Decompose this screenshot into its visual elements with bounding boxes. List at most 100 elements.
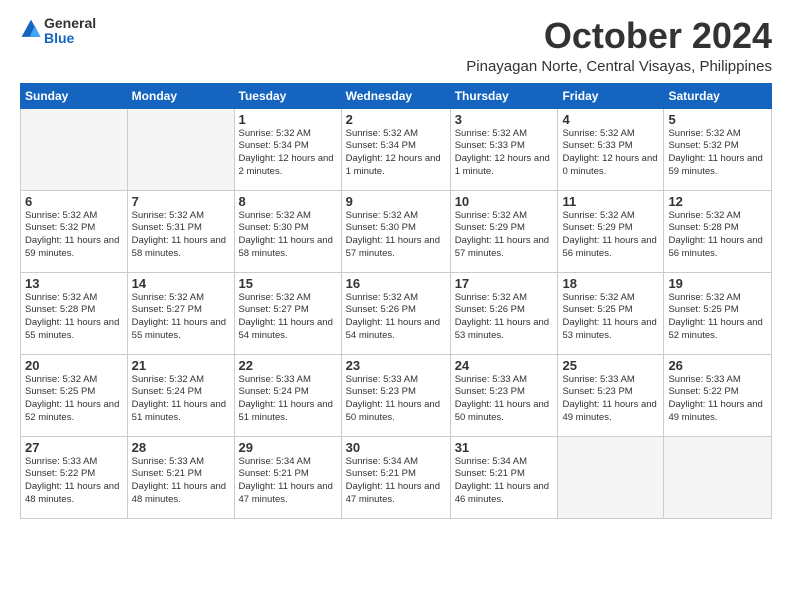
calendar-cell: 7Sunrise: 5:32 AMSunset: 5:31 PMDaylight… xyxy=(127,190,234,272)
calendar-cell: 17Sunrise: 5:32 AMSunset: 5:26 PMDayligh… xyxy=(450,272,558,354)
day-number: 28 xyxy=(132,440,230,455)
calendar-cell: 19Sunrise: 5:32 AMSunset: 5:25 PMDayligh… xyxy=(664,272,772,354)
weekday-header: Thursday xyxy=(450,83,558,108)
header-row: General Blue October 2024 Pinayagan Nort… xyxy=(20,16,772,75)
day-number: 1 xyxy=(239,112,337,127)
day-info: Sunrise: 5:32 AMSunset: 5:27 PMDaylight:… xyxy=(239,292,337,343)
weekday-header: Friday xyxy=(558,83,664,108)
day-number: 2 xyxy=(346,112,446,127)
day-info: Sunrise: 5:32 AMSunset: 5:26 PMDaylight:… xyxy=(455,292,554,343)
day-number: 6 xyxy=(25,194,123,209)
day-number: 9 xyxy=(346,194,446,209)
day-info: Sunrise: 5:32 AMSunset: 5:33 PMDaylight:… xyxy=(455,128,554,179)
calendar-cell: 15Sunrise: 5:32 AMSunset: 5:27 PMDayligh… xyxy=(234,272,341,354)
calendar-cell: 18Sunrise: 5:32 AMSunset: 5:25 PMDayligh… xyxy=(558,272,664,354)
day-info: Sunrise: 5:33 AMSunset: 5:22 PMDaylight:… xyxy=(25,456,123,507)
day-info: Sunrise: 5:32 AMSunset: 5:24 PMDaylight:… xyxy=(132,374,230,425)
calendar-cell: 10Sunrise: 5:32 AMSunset: 5:29 PMDayligh… xyxy=(450,190,558,272)
day-number: 26 xyxy=(668,358,767,373)
calendar-week-row: 20Sunrise: 5:32 AMSunset: 5:25 PMDayligh… xyxy=(21,354,772,436)
page-container: General Blue October 2024 Pinayagan Nort… xyxy=(0,0,792,529)
day-number: 27 xyxy=(25,440,123,455)
day-info: Sunrise: 5:33 AMSunset: 5:23 PMDaylight:… xyxy=(455,374,554,425)
day-info: Sunrise: 5:32 AMSunset: 5:31 PMDaylight:… xyxy=(132,210,230,261)
weekday-header: Saturday xyxy=(664,83,772,108)
day-info: Sunrise: 5:33 AMSunset: 5:23 PMDaylight:… xyxy=(346,374,446,425)
day-number: 31 xyxy=(455,440,554,455)
calendar-cell xyxy=(664,436,772,518)
calendar-cell: 9Sunrise: 5:32 AMSunset: 5:30 PMDaylight… xyxy=(341,190,450,272)
calendar-cell xyxy=(558,436,664,518)
day-info: Sunrise: 5:33 AMSunset: 5:22 PMDaylight:… xyxy=(668,374,767,425)
calendar-week-row: 27Sunrise: 5:33 AMSunset: 5:22 PMDayligh… xyxy=(21,436,772,518)
day-number: 29 xyxy=(239,440,337,455)
calendar-cell: 8Sunrise: 5:32 AMSunset: 5:30 PMDaylight… xyxy=(234,190,341,272)
calendar-cell: 22Sunrise: 5:33 AMSunset: 5:24 PMDayligh… xyxy=(234,354,341,436)
calendar-cell: 28Sunrise: 5:33 AMSunset: 5:21 PMDayligh… xyxy=(127,436,234,518)
header-row-days: SundayMondayTuesdayWednesdayThursdayFrid… xyxy=(21,83,772,108)
day-number: 12 xyxy=(668,194,767,209)
day-info: Sunrise: 5:32 AMSunset: 5:33 PMDaylight:… xyxy=(562,128,659,179)
calendar-week-row: 1Sunrise: 5:32 AMSunset: 5:34 PMDaylight… xyxy=(21,108,772,190)
day-number: 14 xyxy=(132,276,230,291)
calendar-cell: 6Sunrise: 5:32 AMSunset: 5:32 PMDaylight… xyxy=(21,190,128,272)
day-info: Sunrise: 5:32 AMSunset: 5:32 PMDaylight:… xyxy=(25,210,123,261)
calendar-cell: 14Sunrise: 5:32 AMSunset: 5:27 PMDayligh… xyxy=(127,272,234,354)
day-number: 8 xyxy=(239,194,337,209)
day-info: Sunrise: 5:32 AMSunset: 5:29 PMDaylight:… xyxy=(562,210,659,261)
logo-text-general: General xyxy=(44,16,96,31)
logo-icon xyxy=(20,18,42,40)
calendar-cell: 13Sunrise: 5:32 AMSunset: 5:28 PMDayligh… xyxy=(21,272,128,354)
day-number: 17 xyxy=(455,276,554,291)
title-section: October 2024 Pinayagan Norte, Central Vi… xyxy=(466,16,772,75)
day-info: Sunrise: 5:32 AMSunset: 5:34 PMDaylight:… xyxy=(346,128,446,179)
weekday-header: Sunday xyxy=(21,83,128,108)
calendar-table: SundayMondayTuesdayWednesdayThursdayFrid… xyxy=(20,83,772,519)
day-info: Sunrise: 5:32 AMSunset: 5:28 PMDaylight:… xyxy=(25,292,123,343)
calendar-cell: 24Sunrise: 5:33 AMSunset: 5:23 PMDayligh… xyxy=(450,354,558,436)
day-info: Sunrise: 5:34 AMSunset: 5:21 PMDaylight:… xyxy=(455,456,554,507)
calendar-cell: 31Sunrise: 5:34 AMSunset: 5:21 PMDayligh… xyxy=(450,436,558,518)
day-info: Sunrise: 5:32 AMSunset: 5:29 PMDaylight:… xyxy=(455,210,554,261)
logo-text-blue: Blue xyxy=(44,31,96,46)
weekday-header: Tuesday xyxy=(234,83,341,108)
day-number: 13 xyxy=(25,276,123,291)
calendar-cell: 4Sunrise: 5:32 AMSunset: 5:33 PMDaylight… xyxy=(558,108,664,190)
day-number: 16 xyxy=(346,276,446,291)
calendar-cell: 23Sunrise: 5:33 AMSunset: 5:23 PMDayligh… xyxy=(341,354,450,436)
day-number: 22 xyxy=(239,358,337,373)
calendar-cell: 25Sunrise: 5:33 AMSunset: 5:23 PMDayligh… xyxy=(558,354,664,436)
weekday-header: Monday xyxy=(127,83,234,108)
day-info: Sunrise: 5:32 AMSunset: 5:25 PMDaylight:… xyxy=(562,292,659,343)
calendar-week-row: 13Sunrise: 5:32 AMSunset: 5:28 PMDayligh… xyxy=(21,272,772,354)
day-number: 5 xyxy=(668,112,767,127)
calendar-cell: 21Sunrise: 5:32 AMSunset: 5:24 PMDayligh… xyxy=(127,354,234,436)
day-info: Sunrise: 5:32 AMSunset: 5:32 PMDaylight:… xyxy=(668,128,767,179)
day-number: 19 xyxy=(668,276,767,291)
day-info: Sunrise: 5:33 AMSunset: 5:23 PMDaylight:… xyxy=(562,374,659,425)
day-info: Sunrise: 5:33 AMSunset: 5:21 PMDaylight:… xyxy=(132,456,230,507)
day-number: 15 xyxy=(239,276,337,291)
day-info: Sunrise: 5:32 AMSunset: 5:34 PMDaylight:… xyxy=(239,128,337,179)
calendar-body: 1Sunrise: 5:32 AMSunset: 5:34 PMDaylight… xyxy=(21,108,772,518)
month-title: October 2024 xyxy=(466,16,772,56)
day-info: Sunrise: 5:32 AMSunset: 5:27 PMDaylight:… xyxy=(132,292,230,343)
day-info: Sunrise: 5:32 AMSunset: 5:28 PMDaylight:… xyxy=(668,210,767,261)
logo: General Blue xyxy=(20,16,96,47)
calendar-header: SundayMondayTuesdayWednesdayThursdayFrid… xyxy=(21,83,772,108)
calendar-cell: 5Sunrise: 5:32 AMSunset: 5:32 PMDaylight… xyxy=(664,108,772,190)
calendar-cell: 2Sunrise: 5:32 AMSunset: 5:34 PMDaylight… xyxy=(341,108,450,190)
day-info: Sunrise: 5:33 AMSunset: 5:24 PMDaylight:… xyxy=(239,374,337,425)
calendar-cell xyxy=(21,108,128,190)
day-info: Sunrise: 5:34 AMSunset: 5:21 PMDaylight:… xyxy=(346,456,446,507)
calendar-cell: 16Sunrise: 5:32 AMSunset: 5:26 PMDayligh… xyxy=(341,272,450,354)
calendar-week-row: 6Sunrise: 5:32 AMSunset: 5:32 PMDaylight… xyxy=(21,190,772,272)
calendar-cell: 30Sunrise: 5:34 AMSunset: 5:21 PMDayligh… xyxy=(341,436,450,518)
day-info: Sunrise: 5:32 AMSunset: 5:30 PMDaylight:… xyxy=(239,210,337,261)
day-number: 23 xyxy=(346,358,446,373)
calendar-cell: 20Sunrise: 5:32 AMSunset: 5:25 PMDayligh… xyxy=(21,354,128,436)
day-number: 24 xyxy=(455,358,554,373)
calendar-cell xyxy=(127,108,234,190)
calendar-cell: 11Sunrise: 5:32 AMSunset: 5:29 PMDayligh… xyxy=(558,190,664,272)
day-number: 20 xyxy=(25,358,123,373)
